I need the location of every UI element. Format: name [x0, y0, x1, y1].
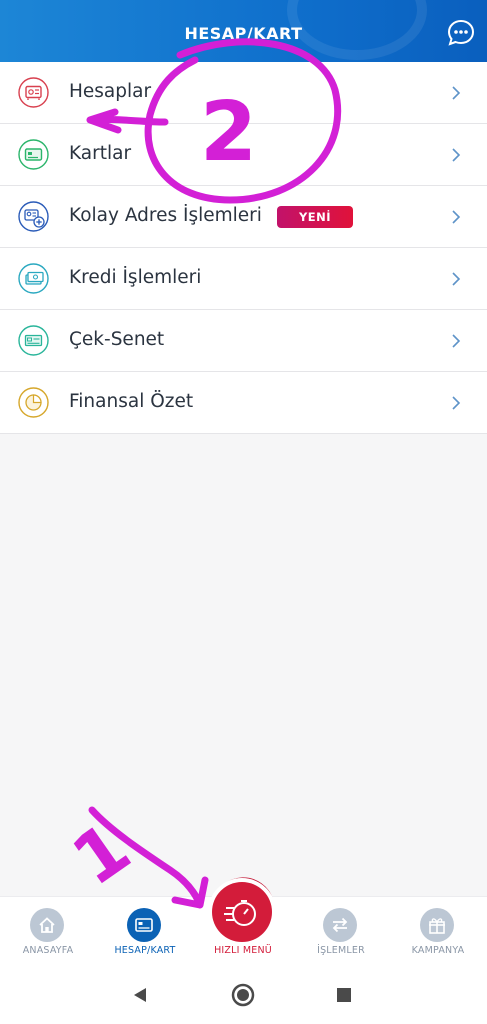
page-title: HESAP/KART: [184, 24, 303, 43]
safe-icon: [18, 77, 49, 108]
gift-icon: [420, 908, 454, 942]
chat-bubble-icon[interactable]: [446, 18, 476, 48]
menu-item-label: Çek-Senet: [69, 329, 165, 350]
menu-item-label: Kredi İşlemleri: [69, 267, 202, 288]
nav-home[interactable]: ANASAYFA: [3, 897, 93, 967]
nav-transactions[interactable]: İŞLEMLER: [296, 897, 386, 967]
back-icon[interactable]: [131, 986, 149, 1004]
chevron-right-icon: [452, 334, 461, 348]
nav-label: KAMPANYA: [411, 945, 465, 956]
menu-item-kartlar[interactable]: Kartlar: [0, 124, 487, 186]
menu-item-finansal-ozet[interactable]: Finansal Özet: [0, 372, 487, 434]
quick-menu-button[interactable]: [212, 882, 272, 942]
chevron-right-icon: [452, 272, 461, 286]
recents-icon[interactable]: [336, 987, 352, 1003]
card-icon: [18, 139, 49, 170]
annotation-arrow-1: [88, 806, 209, 909]
menu-item-kredi[interactable]: Kredi İşlemleri: [0, 248, 487, 310]
new-badge: YENİ: [277, 206, 353, 228]
pie-chart-icon: [18, 387, 49, 418]
nav-account[interactable]: HESAP/KART: [100, 897, 190, 967]
app-header: HESAP/KART: [0, 0, 487, 62]
speed-timer-icon: [224, 900, 256, 926]
menu-item-label: Kartlar: [69, 143, 132, 164]
menu-item-cek-senet[interactable]: Çek-Senet: [0, 310, 487, 372]
account-card-icon: [127, 908, 161, 942]
swap-arrows-icon: [323, 908, 357, 942]
chevron-right-icon: [452, 86, 461, 100]
cash-icon: [18, 263, 49, 294]
nav-label: ANASAYFA: [22, 945, 74, 956]
nav-label: HESAP/KART: [114, 945, 176, 956]
menu-item-hesaplar[interactable]: Hesaplar: [0, 62, 487, 124]
annotation-number-one: 1: [58, 807, 145, 902]
chevron-right-icon: [452, 148, 461, 162]
menu-item-kolay-adres[interactable]: Kolay Adres İşlemleri YENİ: [0, 186, 487, 248]
menu-item-label: Hesaplar: [69, 81, 152, 102]
home-icon: [30, 908, 64, 942]
nav-campaign[interactable]: KAMPANYA: [393, 897, 483, 967]
chevron-right-icon: [452, 396, 461, 410]
menu-item-label: Finansal Özet: [69, 391, 194, 412]
menu-list: Hesaplar Kartlar Kolay Adres İşlemleri Y…: [0, 62, 487, 434]
home-circle-icon[interactable]: [231, 983, 255, 1007]
nav-label: İŞLEMLER: [317, 945, 365, 956]
menu-item-label: Kolay Adres İşlemleri: [69, 205, 262, 226]
system-nav-bar: [0, 966, 487, 1024]
chevron-right-icon: [452, 210, 461, 224]
address-card-icon: [18, 201, 49, 232]
cheque-icon: [18, 325, 49, 356]
nav-label: HIZLI MENÜ: [214, 945, 272, 956]
